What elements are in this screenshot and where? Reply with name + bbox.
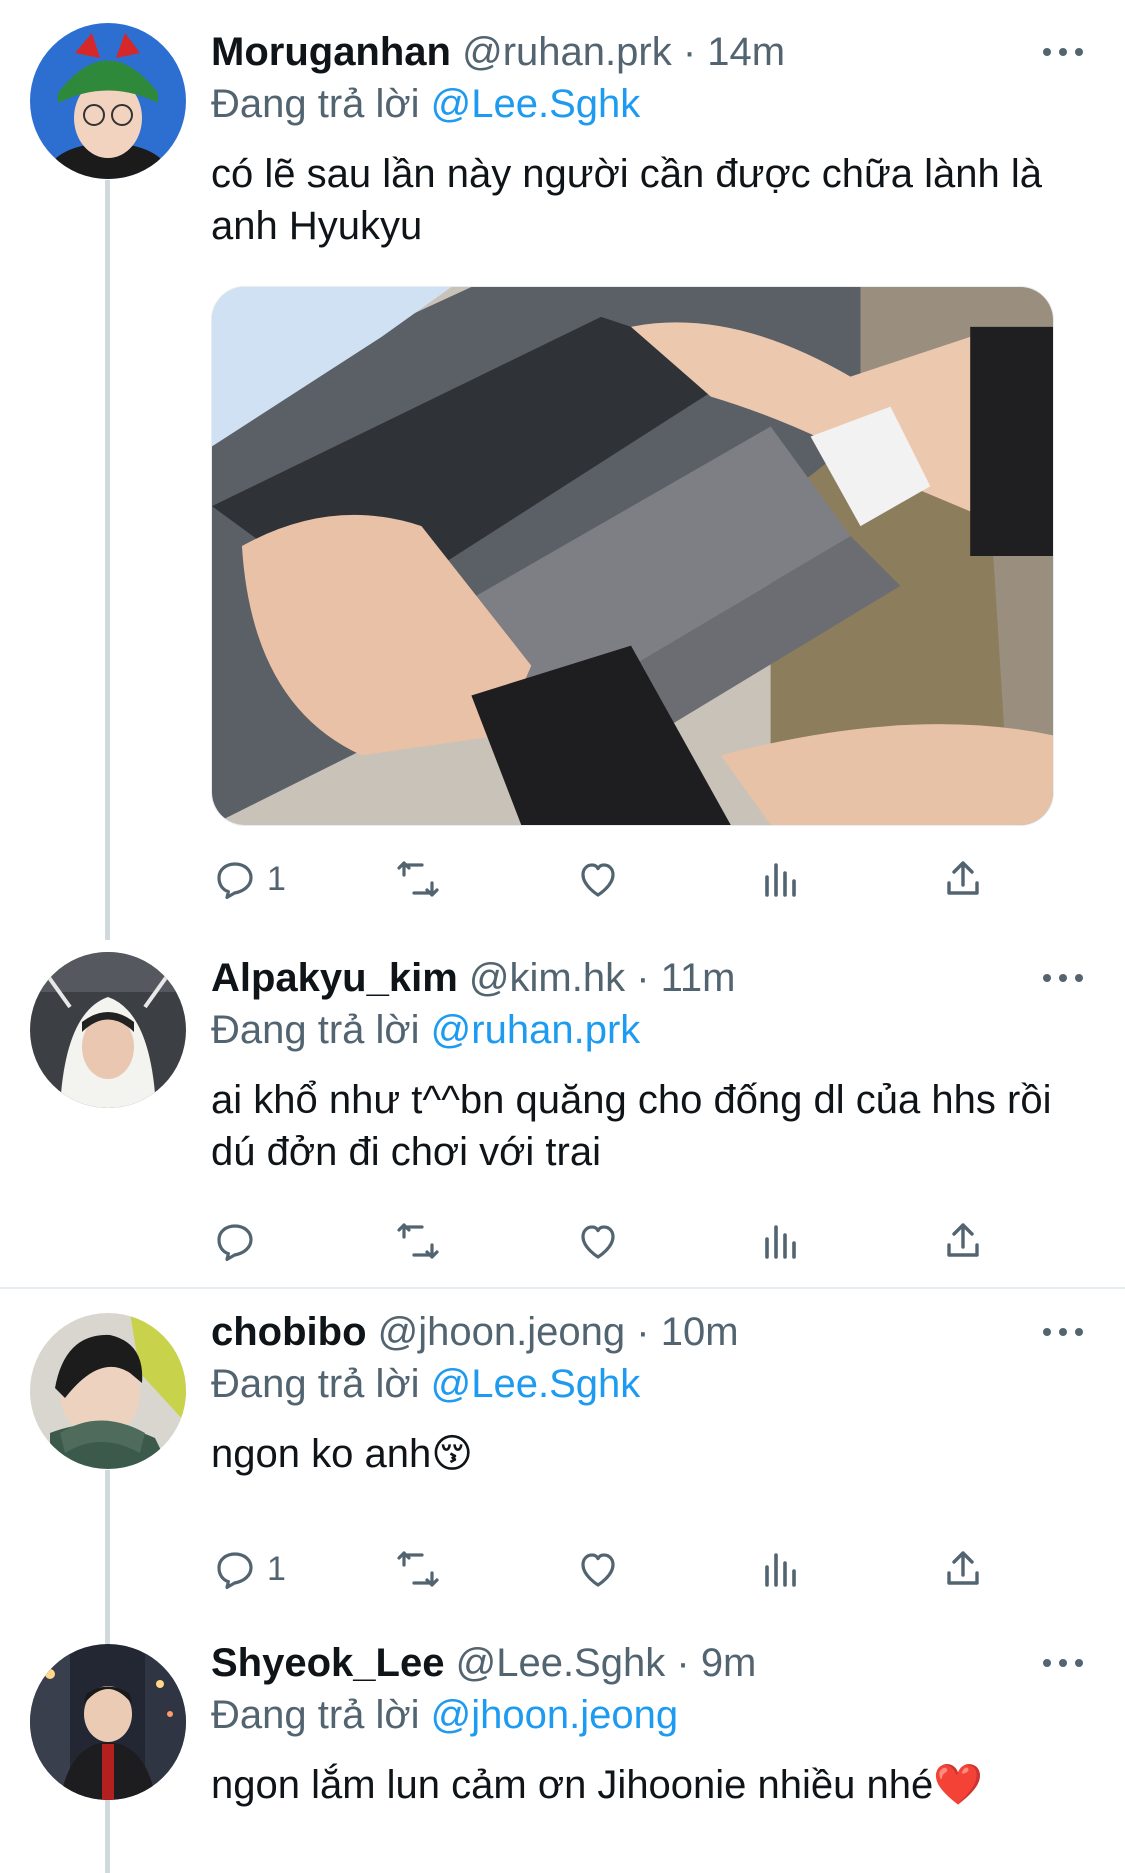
reply-icon (217, 862, 253, 899)
like-button[interactable] (574, 1543, 630, 1595)
share-button[interactable] (939, 1215, 987, 1267)
tweet-image[interactable] (211, 286, 1054, 826)
display-name[interactable]: Moruganhan (211, 30, 451, 74)
retweet-button[interactable] (394, 1543, 450, 1595)
tweet-4[interactable]: Shyeok_Lee @Lee.Sghk · 9m Đang trả lời @… (0, 1620, 1125, 1873)
more-icon[interactable] (1043, 1656, 1083, 1670)
reply-button[interactable]: 1 (211, 853, 286, 905)
views-icon (765, 1553, 796, 1587)
tweet-actions: 1 (211, 1543, 1011, 1595)
reply-mention[interactable]: @Lee.Sghk (431, 1362, 641, 1406)
tweet-text: ai khổ như t^^bn quăng cho đống dl của h… (211, 1078, 1052, 1174)
timestamp[interactable]: 11m (661, 956, 736, 1000)
reply-context: Đang trả lời @Lee.Sghk (211, 80, 640, 128)
timestamp[interactable]: 9m (701, 1641, 757, 1685)
timestamp[interactable]: 10m (661, 1310, 739, 1354)
retweet-icon (397, 1223, 439, 1259)
user-handle[interactable]: @jhoon.jeong (378, 1310, 625, 1354)
reply-mention[interactable]: @ruhan.prk (431, 1008, 641, 1052)
display-name[interactable]: Alpakyu_kim (211, 956, 458, 1000)
reply-icon (217, 1224, 253, 1261)
views-icon (765, 863, 796, 897)
reply-button[interactable] (211, 1215, 267, 1267)
tweet-divider (0, 1287, 1125, 1289)
tweet-header: Shyeok_Lee @Lee.Sghk · 9m (211, 1639, 756, 1687)
display-name[interactable]: Shyeok_Lee (211, 1641, 444, 1685)
user-handle[interactable]: @kim.hk (469, 956, 625, 1000)
reply-prefix: Đang trả lời (211, 1008, 420, 1052)
views-button[interactable] (757, 1215, 805, 1267)
tweet-1[interactable]: Moruganhan @ruhan.prk · 14m Đang trả lời… (0, 0, 1125, 930)
display-name[interactable]: chobibo (211, 1310, 367, 1354)
separator: · (636, 956, 650, 1000)
separator: · (636, 1310, 650, 1354)
tweet-3[interactable]: chobibo @jhoon.jeong · 10m Đang trả lời … (0, 1290, 1125, 1635)
separator: · (682, 30, 697, 74)
reply-mention[interactable]: @Lee.Sghk (431, 82, 641, 126)
reply-context: Đang trả lời @ruhan.prk (211, 1006, 640, 1054)
user-handle[interactable]: @ruhan.prk (462, 30, 672, 74)
user-handle[interactable]: @Lee.Sghk (456, 1641, 666, 1685)
reply-count: 1 (267, 859, 286, 898)
tweet-text: ngon ko anh😚 (211, 1432, 473, 1476)
separator: · (676, 1641, 690, 1685)
reply-context: Đang trả lời @Lee.Sghk (211, 1360, 640, 1408)
views-button[interactable] (757, 1543, 805, 1595)
views-icon (765, 1225, 796, 1259)
tweet-header: Alpakyu_kim @kim.hk · 11m (211, 954, 736, 1002)
share-button[interactable] (939, 853, 987, 905)
reply-button[interactable]: 1 (211, 1543, 286, 1595)
avatar[interactable] (30, 952, 186, 1108)
reply-context: Đang trả lời @jhoon.jeong (211, 1691, 678, 1739)
tweet-actions (211, 1215, 1011, 1267)
like-icon (581, 1553, 615, 1587)
more-icon[interactable] (1043, 45, 1083, 59)
tweet-header: chobibo @jhoon.jeong · 10m (211, 1308, 739, 1356)
tweet-actions: 1 (211, 853, 1011, 905)
tweet-text: ngon lắm lun cảm ơn Jihoonie nhiều nhé❤️ (211, 1763, 984, 1807)
reply-prefix: Đang trả lời (211, 82, 420, 126)
avatar[interactable] (30, 23, 186, 179)
retweet-icon (397, 1551, 439, 1587)
share-button[interactable] (939, 1543, 987, 1595)
reply-icon (217, 1552, 253, 1589)
retweet-button[interactable] (394, 853, 450, 905)
like-icon (581, 863, 615, 897)
share-icon (947, 1551, 979, 1585)
like-button[interactable] (574, 853, 630, 905)
tweet-text: có lẽ sau lần này người cần được chữa là… (211, 152, 1043, 248)
avatar[interactable] (30, 1644, 186, 1800)
tweet-header: Moruganhan @ruhan.prk · 14m (211, 28, 785, 76)
reply-mention[interactable]: @jhoon.jeong (431, 1693, 678, 1737)
reply-prefix: Đang trả lời (211, 1362, 420, 1406)
retweet-icon (397, 861, 439, 897)
reply-count: 1 (267, 1549, 286, 1588)
retweet-button[interactable] (394, 1215, 450, 1267)
avatar[interactable] (30, 1313, 186, 1469)
like-icon (581, 1225, 615, 1259)
tweet-2[interactable]: Alpakyu_kim @kim.hk · 11m Đang trả lời @… (0, 930, 1125, 1286)
share-icon (947, 1223, 979, 1257)
reply-prefix: Đang trả lời (211, 1693, 420, 1737)
timestamp[interactable]: 14m (707, 30, 785, 74)
like-button[interactable] (574, 1215, 630, 1267)
share-icon (947, 861, 979, 895)
more-icon[interactable] (1043, 1325, 1083, 1339)
more-icon[interactable] (1043, 971, 1083, 985)
views-button[interactable] (757, 853, 805, 905)
